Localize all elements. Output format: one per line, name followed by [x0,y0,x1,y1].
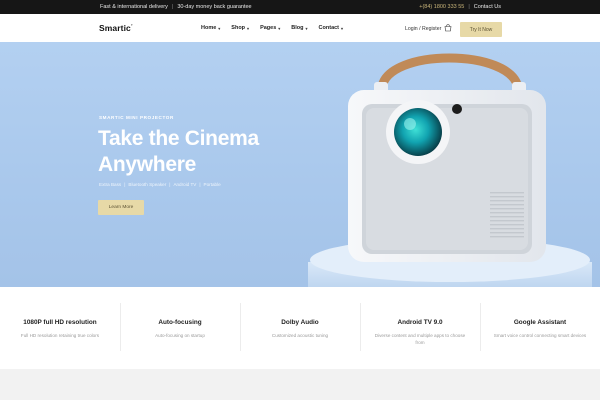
headline-line-2: Anywhere [98,153,196,176]
divider: | [199,182,201,187]
hero-feature: Portable [203,182,221,187]
chevron-down-icon: ▾ [247,25,250,31]
nav-item-home[interactable]: Home ▾ [201,25,220,31]
nav-label: Blog [291,25,304,31]
nav-item-shop[interactable]: Shop ▾ [231,25,249,31]
site-header: Smartic° Home ▾ Shop ▾ Pages ▾ Blog ▾ Contac… [0,14,600,42]
chevron-down-icon: ▾ [278,25,281,31]
main-nav: Home ▾ Shop ▾ Pages ▾ Blog ▾ Contact ▾ [201,25,343,31]
feature-item: Auto-focusing Auto-focusing on startup [120,287,240,369]
nav-item-pages[interactable]: Pages ▾ [260,25,280,31]
hero-headline: Take the Cinema Anywhere [98,126,318,178]
feature-title: Google Assistant [513,319,567,326]
top-bar-contact: +(84) 1800 333 55 | Contact Us [419,4,501,10]
logo-mark: ° [130,23,133,29]
feature-title: Auto-focusing [158,319,202,326]
top-bar-promos: Fast & international delivery | 30-day m… [100,4,252,10]
hero-feature: Extra Bass [99,182,122,187]
cart-icon[interactable] [444,24,452,32]
phone-number[interactable]: +(84) 1800 333 55 [419,4,464,10]
hero-feature-list: Extra Bass | Bluetooth Speaker | Android… [99,182,221,187]
feature-item: Google Assistant Smart voice control con… [480,287,600,369]
feature-item: Dolby Audio Customized acoustic tuning [240,287,360,369]
try-it-now-button[interactable]: Try It Now [460,22,502,37]
hero-feature: Android TV [173,182,197,187]
nav-label: Contact [318,25,340,31]
feature-title: Dolby Audio [281,319,319,326]
nav-item-blog[interactable]: Blog ▾ [291,25,307,31]
nav-label: Pages [260,25,277,31]
logo-text: Smartic [99,23,131,33]
divider: | [171,4,174,10]
features-strip: 1080P full HD resolution Full HD resolut… [0,287,600,369]
logo[interactable]: Smartic° [99,23,133,33]
divider: | [468,4,470,10]
feature-item: Android TV 9.0 Diverse content and multi… [360,287,480,369]
login-register-link[interactable]: Login / Register [405,26,441,32]
promo-guarantee: 30-day money back guarantee [177,4,252,10]
feature-description: Customized acoustic tuning [271,333,329,338]
chevron-down-icon: ▾ [305,25,308,31]
hero-feature: Bluetooth Speaker [128,182,167,187]
feature-description: Auto-focusing on startup [155,333,205,338]
feature-title: Android TV 9.0 [397,319,443,326]
contact-us-link[interactable]: Contact Us [474,4,501,10]
learn-more-button[interactable]: Learn More [98,200,144,215]
nav-label: Shop [231,25,246,31]
divider: | [169,182,171,187]
nav-item-contact[interactable]: Contact ▾ [319,25,344,31]
feature-description: Diverse content and multiple apps to cho… [374,333,466,345]
projector-image [308,53,592,287]
chevron-down-icon: ▾ [218,25,221,31]
feature-item: 1080P full HD resolution Full HD resolut… [0,287,120,369]
feature-description: Full HD resolution retaining true colors [20,333,100,338]
feature-description: Smart voice control connecting smart dev… [493,333,587,338]
headline-line-1: Take the Cinema [98,127,259,150]
divider: | [124,182,126,187]
next-section-band [0,369,600,400]
hero-eyebrow: SMARTIC MINI PROJECTOR [99,115,174,120]
feature-title: 1080P full HD resolution [23,319,97,326]
top-bar: Fast & international delivery | 30-day m… [0,0,600,14]
hero-banner: SMARTIC MINI PROJECTOR Take the Cinema A… [0,42,600,287]
nav-label: Home [201,25,217,31]
promo-delivery: Fast & international delivery [100,4,168,10]
chevron-down-icon: ▾ [341,25,344,31]
